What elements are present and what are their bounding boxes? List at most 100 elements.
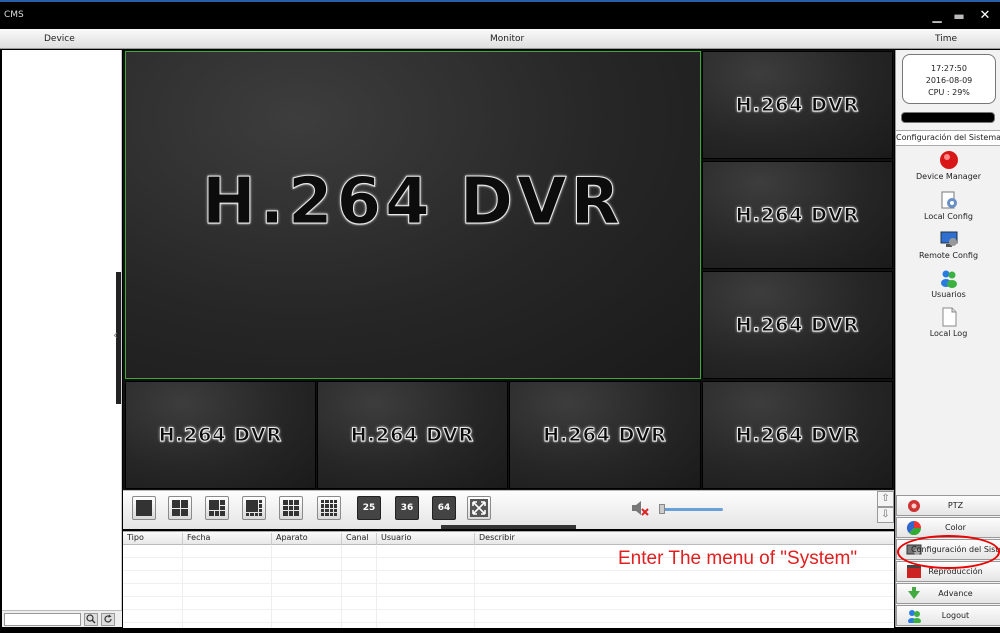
log-col-aparato[interactable]: Aparato [271,533,308,545]
video-channel-5[interactable]: H.264 DVR [125,381,316,489]
device-search-bar [2,610,122,627]
menu-item-local-log[interactable]: Local Log [896,307,1000,338]
channel-label: H.264 DVR [735,204,860,227]
video-channel-8[interactable]: H.264 DVR [702,381,893,489]
video-channel-1[interactable]: H.264 DVR [125,51,701,379]
layout-4-button[interactable] [168,496,192,520]
layout-6-button[interactable] [205,496,229,520]
log-divider [376,545,377,628]
close-button[interactable]: ✕ [978,9,992,23]
menu-item-usuarios[interactable]: Usuarios [896,268,1000,299]
layout-9-button[interactable] [279,496,303,520]
menu-item-local-config[interactable]: Local Config [896,190,1000,221]
log-divider [474,545,475,628]
menu-item-device-manager[interactable]: Device Manager [896,150,1000,181]
column-header-bar: Device Monitor Time [0,29,1000,49]
channel-label: H.264 DVR [202,164,624,239]
device-search-input[interactable] [4,613,81,626]
fullscreen-button[interactable] [467,496,491,520]
video-channel-3[interactable]: H.264 DVR [702,161,893,269]
layout-toolbar: 25 36 64 [123,490,894,529]
fullscreen-icon [470,499,488,517]
log-col-usuario[interactable]: Usuario [376,533,411,545]
layout-16-button[interactable] [317,496,341,520]
layout-64-button[interactable]: 64 [432,496,456,520]
log-divider [182,545,183,628]
log-divider [271,545,272,628]
mute-icon [632,501,649,516]
event-log-panel: Tipo Fecha Aparato Canal Usuario Describ… [123,531,894,628]
minimize-button[interactable]: ▁ [930,9,944,23]
video-channel-6[interactable]: H.264 DVR [317,381,508,489]
time-column-label: Time [935,34,958,44]
remote-config-icon [940,231,957,247]
layout-16-icon [321,500,337,516]
log-col-fecha[interactable]: Fecha [182,533,210,545]
scroll-down-icon[interactable]: ⇩ [877,507,894,523]
layout-6-icon [209,500,225,516]
channel-label: H.264 DVR [735,424,860,447]
menu-item-label: Device Manager [916,172,981,181]
volume-slider-handle[interactable] [659,504,665,514]
menu-item-label: Usuarios [931,290,966,299]
video-channel-4[interactable]: H.264 DVR [702,271,893,379]
clock-date: 2016-08-09 [925,76,973,85]
log-col-tipo[interactable]: Tipo [123,533,144,545]
layout-4-icon [172,500,188,516]
layout-8-icon [246,500,262,516]
collapse-arrow-icon[interactable]: ‹ [113,328,118,342]
clock-time: 17:27:50 [931,64,967,73]
annotation-highlight-circle [897,535,1000,569]
layout-1-button[interactable] [132,496,156,520]
local-config-icon [941,191,957,209]
monitor-column-label: Monitor [490,34,525,44]
video-channel-7[interactable]: H.264 DVR [509,381,701,489]
scroll-up-icon[interactable]: ⇧ [877,491,894,507]
channel-label: H.264 DVR [350,424,475,447]
nav-ptz-button[interactable]: PTZ [896,495,1000,516]
menu-item-label: Local Log [929,329,968,338]
annotation-text: Enter The menu of "System" [618,548,858,569]
nav-logout-button[interactable]: Logout [896,605,1000,626]
users-icon [940,270,957,288]
device-column-label: Device [44,34,75,44]
channel-label: H.264 DVR [735,314,860,337]
nav-advance-button[interactable]: Advance [896,583,1000,604]
nav-label: PTZ [947,501,964,510]
video-channel-2[interactable]: H.264 DVR [702,51,893,159]
nav-label: Advance [938,589,973,598]
channel-label: H.264 DVR [158,424,283,447]
refresh-icon[interactable] [101,613,115,626]
cms-window: CMS ▁ ▬ ✕ Device Monitor Time ‹ H.264 DV… [0,0,1000,633]
layout-25-button[interactable]: 25 [357,496,381,520]
layout-36-button[interactable]: 36 [395,496,419,520]
search-icon[interactable] [84,613,98,626]
nav-label: Logout [941,611,970,620]
toolbar-scroll-handle[interactable] [441,525,576,529]
log-divider [341,545,342,628]
device-tree-panel[interactable] [2,50,122,627]
monitor-grid: H.264 DVR H.264 DVR H.264 DVR H.264 DVR … [123,50,894,490]
status-clock: 17:27:50 2016-08-09 CPU : 29% [902,54,996,104]
title-bar: CMS ▁ ▬ ✕ [0,0,1000,28]
cpu-usage: CPU : 29% [928,88,970,97]
log-header: Tipo Fecha Aparato Canal Usuario Describ… [123,532,894,545]
system-menu-title: Configuración del Sistema [896,130,1000,146]
menu-item-label: Local Config [924,212,973,221]
mute-button[interactable] [628,498,652,520]
window-title: CMS [4,10,24,20]
layout-9-icon [283,500,299,516]
layout-8-button[interactable] [242,496,266,520]
layout-1-icon [136,500,152,516]
log-col-describir[interactable]: Describir [474,533,515,545]
menu-item-remote-config[interactable]: Remote Config [896,229,1000,260]
channel-label: H.264 DVR [735,94,860,117]
menu-item-label: Remote Config [918,251,979,260]
channel-label: H.264 DVR [543,424,667,447]
log-icon [942,307,956,327]
volume-slider[interactable] [661,508,723,511]
restore-button[interactable]: ▬ [952,9,966,23]
toolbar-vertical-scroll: ⇧ ⇩ [877,491,894,524]
log-col-canal[interactable]: Canal [341,533,369,545]
status-bar-display [901,112,995,123]
